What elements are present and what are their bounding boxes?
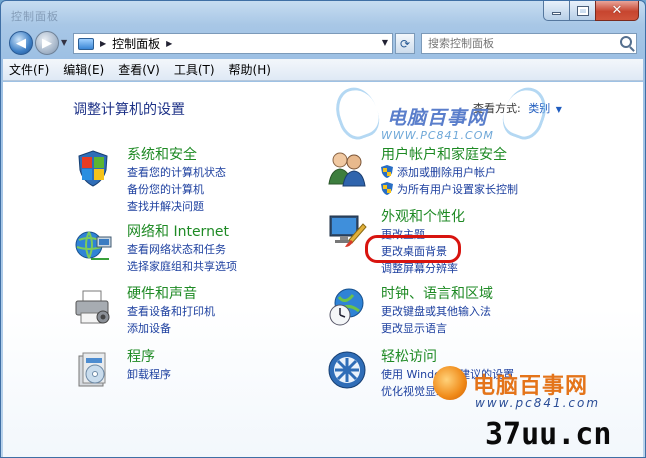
refresh-button[interactable]: ⟳ [395,33,415,54]
control-panel-window: 控制面板 ✕ ◀ ▶ ▼ ▶ 控制面板 ▶ ▼ ⟳ 文件(F) 编辑(E) 查看… [0,0,646,458]
link-add-remove-accounts[interactable]: 添加或删除用户帐户 [397,164,496,180]
search-icon[interactable] [620,36,632,48]
maximize-button[interactable] [569,1,595,21]
chevron-down-icon[interactable]: ▼ [556,105,562,114]
programs-box-icon[interactable] [73,350,113,390]
page-title: 调整计算机的设置 [73,102,185,118]
highlight-annotation [365,235,461,263]
breadcrumb-control-panel[interactable]: 控制面板 [112,35,160,52]
link-parental-controls[interactable]: 为所有用户设置家长控制 [397,181,518,197]
wing-left-icon [329,81,385,145]
category-title[interactable]: 网络和 Internet [127,221,229,241]
shield-flag-icon[interactable] [73,148,113,188]
close-button[interactable]: ✕ [595,1,639,21]
menu-help[interactable]: 帮助(H) [229,61,271,78]
close-icon: ✕ [611,3,623,18]
minimize-button[interactable] [543,1,569,21]
link-view-computer-status[interactable]: 查看您的计算机状态 [127,164,226,180]
address-bar[interactable]: ▶ 控制面板 ▶ ▼ [73,33,393,54]
link-homegroup-sharing[interactable]: 选择家庭组和共享选项 [127,258,237,274]
back-arrow-icon: ◀ [16,35,26,51]
category-title[interactable]: 时钟、语言和区域 [381,283,493,303]
minimize-icon [552,12,561,15]
link-view-network-status[interactable]: 查看网络状态和任务 [127,241,226,257]
category-title[interactable]: 轻松访问 [381,346,437,366]
window-title: 控制面板 [11,10,59,23]
watermark-url: WWW.PC841.COM [381,129,494,142]
menu-view[interactable]: 查看(V) [118,61,160,78]
caption-buttons: ✕ [543,1,639,21]
breadcrumb-separator-icon[interactable]: ▶ [166,39,172,48]
breadcrumb-separator-icon[interactable]: ▶ [100,39,106,48]
brand-logo-icon [433,366,467,400]
menu-edit[interactable]: 编辑(E) [63,61,104,78]
category-title[interactable]: 用户帐户和家庭安全 [381,144,507,164]
monitor-brush-icon[interactable] [327,210,367,250]
maximize-icon [576,5,589,16]
category-title[interactable]: 硬件和声音 [127,283,197,303]
category-title[interactable]: 程序 [127,346,155,366]
category-title[interactable]: 系统和安全 [127,144,197,164]
link-backup-computer[interactable]: 备份您的计算机 [127,181,204,197]
address-dropdown-icon[interactable]: ▼ [382,38,388,47]
clock-globe-icon[interactable] [327,287,367,327]
menu-tools[interactable]: 工具(T) [174,61,215,78]
search-box[interactable] [421,33,637,54]
link-find-fix-problems[interactable]: 查找并解决问题 [127,198,204,214]
link-change-display-language[interactable]: 更改显示语言 [381,320,447,336]
watermark-brand: 电脑百事网 [387,107,488,129]
link-uninstall-program[interactable]: 卸载程序 [127,366,171,382]
watermark-site: 37uu.cn [485,417,612,452]
link-devices-printers[interactable]: 查看设备和打印机 [127,303,215,319]
network-globe-icon[interactable] [73,225,113,265]
search-input[interactable] [422,34,612,53]
accessibility-icon[interactable] [327,350,367,390]
recent-pages-dropdown[interactable]: ▼ [61,38,67,47]
printer-icon[interactable] [73,287,113,327]
menu-bar: 文件(F) 编辑(E) 查看(V) 工具(T) 帮助(H) [3,59,643,81]
forward-button[interactable]: ▶ [35,31,59,55]
back-button[interactable]: ◀ [9,31,33,55]
watermark-bottom: 电脑百事网 www.pc841.com [433,366,643,412]
watermark-top: 电脑百事网 WWW.PC841.COM [329,81,553,147]
forward-arrow-icon: ▶ [42,35,52,51]
control-panel-icon [78,37,94,50]
link-change-keyboard-input[interactable]: 更改键盘或其他输入法 [381,303,491,319]
category-title[interactable]: 外观和个性化 [381,206,465,226]
refresh-icon: ⟳ [399,36,411,51]
uac-shield-icon [381,165,393,178]
users-icon[interactable] [327,148,367,188]
title-bar[interactable]: 控制面板 ✕ [1,1,645,27]
navigation-bar: ◀ ▶ ▼ ▶ 控制面板 ▶ ▼ ⟳ [1,28,645,58]
link-add-device[interactable]: 添加设备 [127,320,171,336]
menu-file[interactable]: 文件(F) [9,61,49,78]
watermark-url: www.pc841.com [475,396,601,410]
uac-shield-icon [381,182,393,195]
